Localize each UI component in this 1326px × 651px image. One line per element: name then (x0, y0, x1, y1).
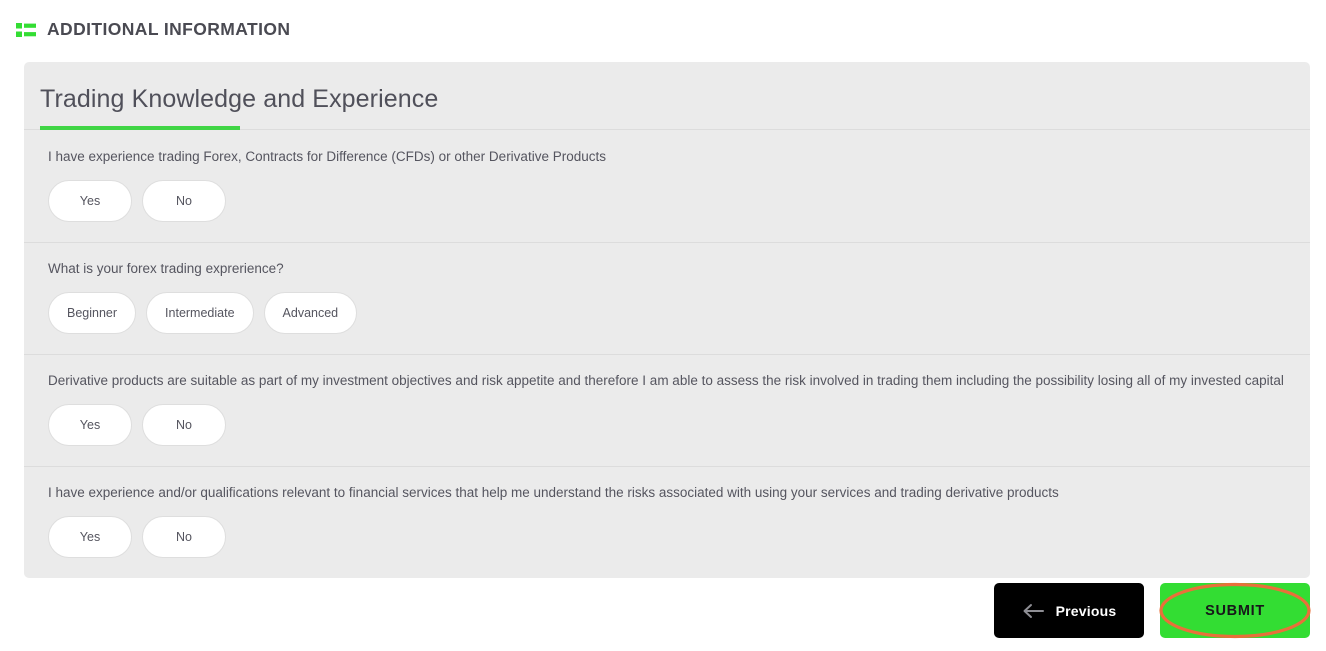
option-button-no[interactable]: No (142, 516, 226, 558)
option-button-yes[interactable]: Yes (48, 180, 132, 222)
option-button-no[interactable]: No (142, 180, 226, 222)
question-row: I have experience trading Forex, Contrac… (24, 130, 1310, 242)
option-button-yes[interactable]: Yes (48, 404, 132, 446)
page-root: ADDITIONAL INFORMATION Trading Knowledge… (0, 0, 1326, 651)
option-button-no[interactable]: No (142, 404, 226, 446)
question-row: Derivative products are suitable as part… (24, 354, 1310, 466)
list-icon (16, 22, 36, 37)
card-header: Trading Knowledge and Experience (24, 62, 1310, 130)
question-row: What is your forex trading exprerience? … (24, 242, 1310, 354)
trading-knowledge-card: Trading Knowledge and Experience I have … (24, 62, 1310, 578)
previous-button-label: Previous (1055, 602, 1117, 619)
footer-actions: Previous SUBMIT (994, 582, 1311, 639)
option-button-advanced[interactable]: Advanced (263, 292, 358, 334)
option-group: Yes No (48, 516, 1290, 558)
page-heading: ADDITIONAL INFORMATION (0, 0, 1326, 46)
option-group: Beginner Intermediate Advanced (48, 292, 1290, 334)
question-row: I have experience and/or qualifications … (24, 466, 1310, 578)
page-title: ADDITIONAL INFORMATION (47, 19, 291, 39)
submit-button[interactable]: SUBMIT (1160, 583, 1310, 638)
question-text: Derivative products are suitable as part… (48, 373, 1284, 388)
option-button-yes[interactable]: Yes (48, 516, 132, 558)
option-group: Yes No (48, 404, 1290, 446)
option-group: Yes No (48, 180, 1290, 222)
previous-button[interactable]: Previous (994, 583, 1144, 638)
arrow-left-icon (1023, 603, 1044, 618)
question-text: What is your forex trading exprerience? (48, 261, 284, 276)
option-button-intermediate[interactable]: Intermediate (146, 292, 254, 334)
question-text: I have experience trading Forex, Contrac… (48, 149, 606, 164)
question-text: I have experience and/or qualifications … (48, 485, 1059, 500)
submit-button-wrapper: SUBMIT (1159, 582, 1311, 639)
card-title: Trading Knowledge and Experience (40, 85, 439, 113)
option-button-beginner[interactable]: Beginner (48, 292, 137, 334)
